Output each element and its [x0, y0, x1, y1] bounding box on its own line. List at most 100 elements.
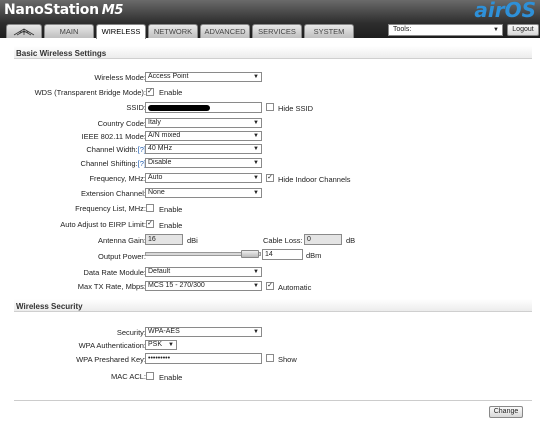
- cable-loss-input[interactable]: 0: [304, 234, 342, 245]
- frequency-value: Auto: [148, 174, 163, 181]
- output-power-input[interactable]: 14: [262, 249, 303, 260]
- wireless-mode-select[interactable]: Access Point ▼: [145, 72, 262, 82]
- frequency-label: Frequency, MHz:: [89, 174, 146, 183]
- security-section-title: Wireless Security: [16, 302, 83, 311]
- auto-eirp-label: Auto Adjust to EIRP Limit:: [60, 220, 146, 229]
- ubnt-logo-icon: [13, 28, 35, 36]
- data-rate-value: Default: [148, 268, 171, 275]
- frequency-list-label: Frequency List, MHz:: [75, 204, 146, 213]
- chevron-down-icon: ▼: [253, 146, 259, 152]
- extension-channel-select[interactable]: None ▼: [145, 188, 262, 198]
- channel-width-label: Channel Width:[?]: [86, 145, 146, 154]
- frequency-list-checkbox[interactable]: [146, 204, 154, 212]
- channel-shifting-select[interactable]: Disable ▼: [145, 158, 262, 168]
- chevron-down-icon: ▼: [253, 283, 259, 289]
- main-content: Basic Wireless Settings Wireless Mode: A…: [8, 40, 534, 418]
- antenna-gain-unit: dBi: [187, 236, 198, 245]
- max-tx-auto-label: Automatic: [278, 283, 312, 292]
- wireless-mode-value: Access Point: [148, 73, 189, 80]
- brand-name: NanoStation: [4, 2, 99, 18]
- logout-button[interactable]: Logout: [507, 24, 539, 36]
- psk-label: WPA Preshared Key:: [76, 355, 146, 364]
- max-tx-label: Max TX Rate, Mbps:: [77, 282, 146, 291]
- max-tx-value: MCS 15 - 270/300: [148, 282, 205, 289]
- mac-acl-label: MAC ACL:: [110, 372, 146, 381]
- chevron-down-icon: ▼: [493, 27, 499, 33]
- chevron-down-icon: ▼: [253, 120, 259, 126]
- wpa-auth-value: PSK: [148, 341, 163, 348]
- tab-wireless[interactable]: WIRELESS: [96, 24, 146, 39]
- footer-divider: [14, 400, 532, 401]
- mac-acl-checkbox[interactable]: [146, 372, 154, 380]
- change-button[interactable]: Change: [489, 406, 523, 418]
- wds-option-label: Enable: [159, 88, 183, 97]
- chevron-down-icon: ▼: [253, 329, 259, 335]
- channel-shifting-label: Channel Shifting:[?]: [81, 159, 146, 168]
- extension-channel-value: None: [148, 189, 165, 196]
- channel-width-value: 40 MHz: [148, 145, 173, 152]
- ssid-label: SSID:: [126, 103, 146, 112]
- output-power-slider-handle[interactable]: [241, 250, 259, 258]
- max-tx-auto-checkbox[interactable]: ✓: [266, 282, 274, 290]
- data-rate-select[interactable]: Default ▼: [145, 267, 262, 277]
- country-code-value: Italy: [148, 119, 161, 126]
- channel-shifting-text: Channel Shifting:: [80, 159, 138, 168]
- tab-system[interactable]: SYSTEM: [304, 24, 354, 38]
- basic-section-title: Basic Wireless Settings: [16, 49, 107, 58]
- show-psk-label: Show: [278, 355, 297, 364]
- brand-model: M5: [101, 3, 124, 18]
- tab-network[interactable]: NETWORK: [148, 24, 198, 38]
- auto-eirp-checkbox[interactable]: ✓: [146, 220, 154, 228]
- data-rate-label: Data Rate Module:: [83, 268, 146, 277]
- output-power-label: Output Power:: [98, 252, 146, 261]
- max-tx-select[interactable]: MCS 15 - 270/300 ▼: [145, 281, 262, 291]
- chevron-down-icon: ▼: [253, 175, 259, 181]
- hide-ssid-checkbox[interactable]: [266, 103, 274, 111]
- hide-ssid-label: Hide SSID: [278, 104, 314, 113]
- tools-select[interactable]: Tools: ▼: [388, 24, 503, 36]
- tab-ubnt[interactable]: [6, 24, 42, 38]
- cable-loss-label: Cable Loss:: [263, 236, 303, 245]
- frequency-select[interactable]: Auto ▼: [145, 173, 262, 183]
- channel-width-select[interactable]: 40 MHz ▼: [145, 144, 262, 154]
- tab-main[interactable]: MAIN: [44, 24, 94, 38]
- brand-logo: NanoStation M5: [4, 2, 123, 18]
- chevron-down-icon: ▼: [253, 74, 259, 80]
- security-label: Security:: [116, 328, 146, 337]
- ssid-redaction: [148, 105, 210, 111]
- extension-channel-label: Extension Channel:: [80, 189, 146, 198]
- wireless-mode-label: Wireless Mode:: [94, 73, 146, 82]
- chevron-down-icon: ▼: [253, 269, 259, 275]
- security-section-header: [14, 299, 532, 312]
- hide-indoor-checkbox[interactable]: ✓: [266, 174, 274, 182]
- airos-logo: airOS: [474, 0, 536, 22]
- ieee-mode-value: A/N mixed: [148, 132, 181, 139]
- wds-checkbox[interactable]: ✓: [146, 88, 154, 96]
- psk-input[interactable]: •••••••••: [145, 353, 262, 364]
- security-select[interactable]: WPA-AES ▼: [145, 327, 262, 337]
- auto-eirp-option: Enable: [159, 221, 183, 230]
- tab-services[interactable]: SERVICES: [252, 24, 302, 38]
- frequency-list-option: Enable: [159, 205, 183, 214]
- hide-indoor-label: Hide Indoor Channels: [278, 175, 351, 184]
- wpa-auth-select[interactable]: PSK ▼: [145, 340, 177, 350]
- wds-label: WDS (Transparent Bridge Mode):: [34, 88, 146, 97]
- header-bar: NanoStation M5 airOS MAIN WIRELESS NETWOR…: [0, 0, 540, 39]
- antenna-gain-input[interactable]: 16: [145, 234, 183, 245]
- chevron-down-icon: ▼: [253, 133, 259, 139]
- chevron-down-icon: ▼: [168, 342, 174, 348]
- channel-width-text: Channel Width:: [86, 145, 138, 154]
- main-tabs: MAIN WIRELESS NETWORK ADVANCED SERVICES …: [6, 24, 356, 39]
- country-code-select[interactable]: Italy ▼: [145, 118, 262, 128]
- ieee-mode-label: IEEE 802.11 Mode:: [81, 132, 147, 141]
- tools-label: Tools:: [393, 26, 412, 33]
- show-psk-checkbox[interactable]: [266, 354, 274, 362]
- cable-loss-unit: dB: [346, 236, 356, 245]
- antenna-gain-label: Antenna Gain:: [98, 236, 146, 245]
- tab-advanced[interactable]: ADVANCED: [200, 24, 250, 38]
- wpa-auth-label: WPA Authentication:: [78, 341, 146, 350]
- chevron-down-icon: ▼: [253, 190, 259, 196]
- ieee-mode-select[interactable]: A/N mixed ▼: [145, 131, 262, 141]
- ssid-input[interactable]: [145, 102, 262, 113]
- output-power-unit: dBm: [306, 251, 322, 260]
